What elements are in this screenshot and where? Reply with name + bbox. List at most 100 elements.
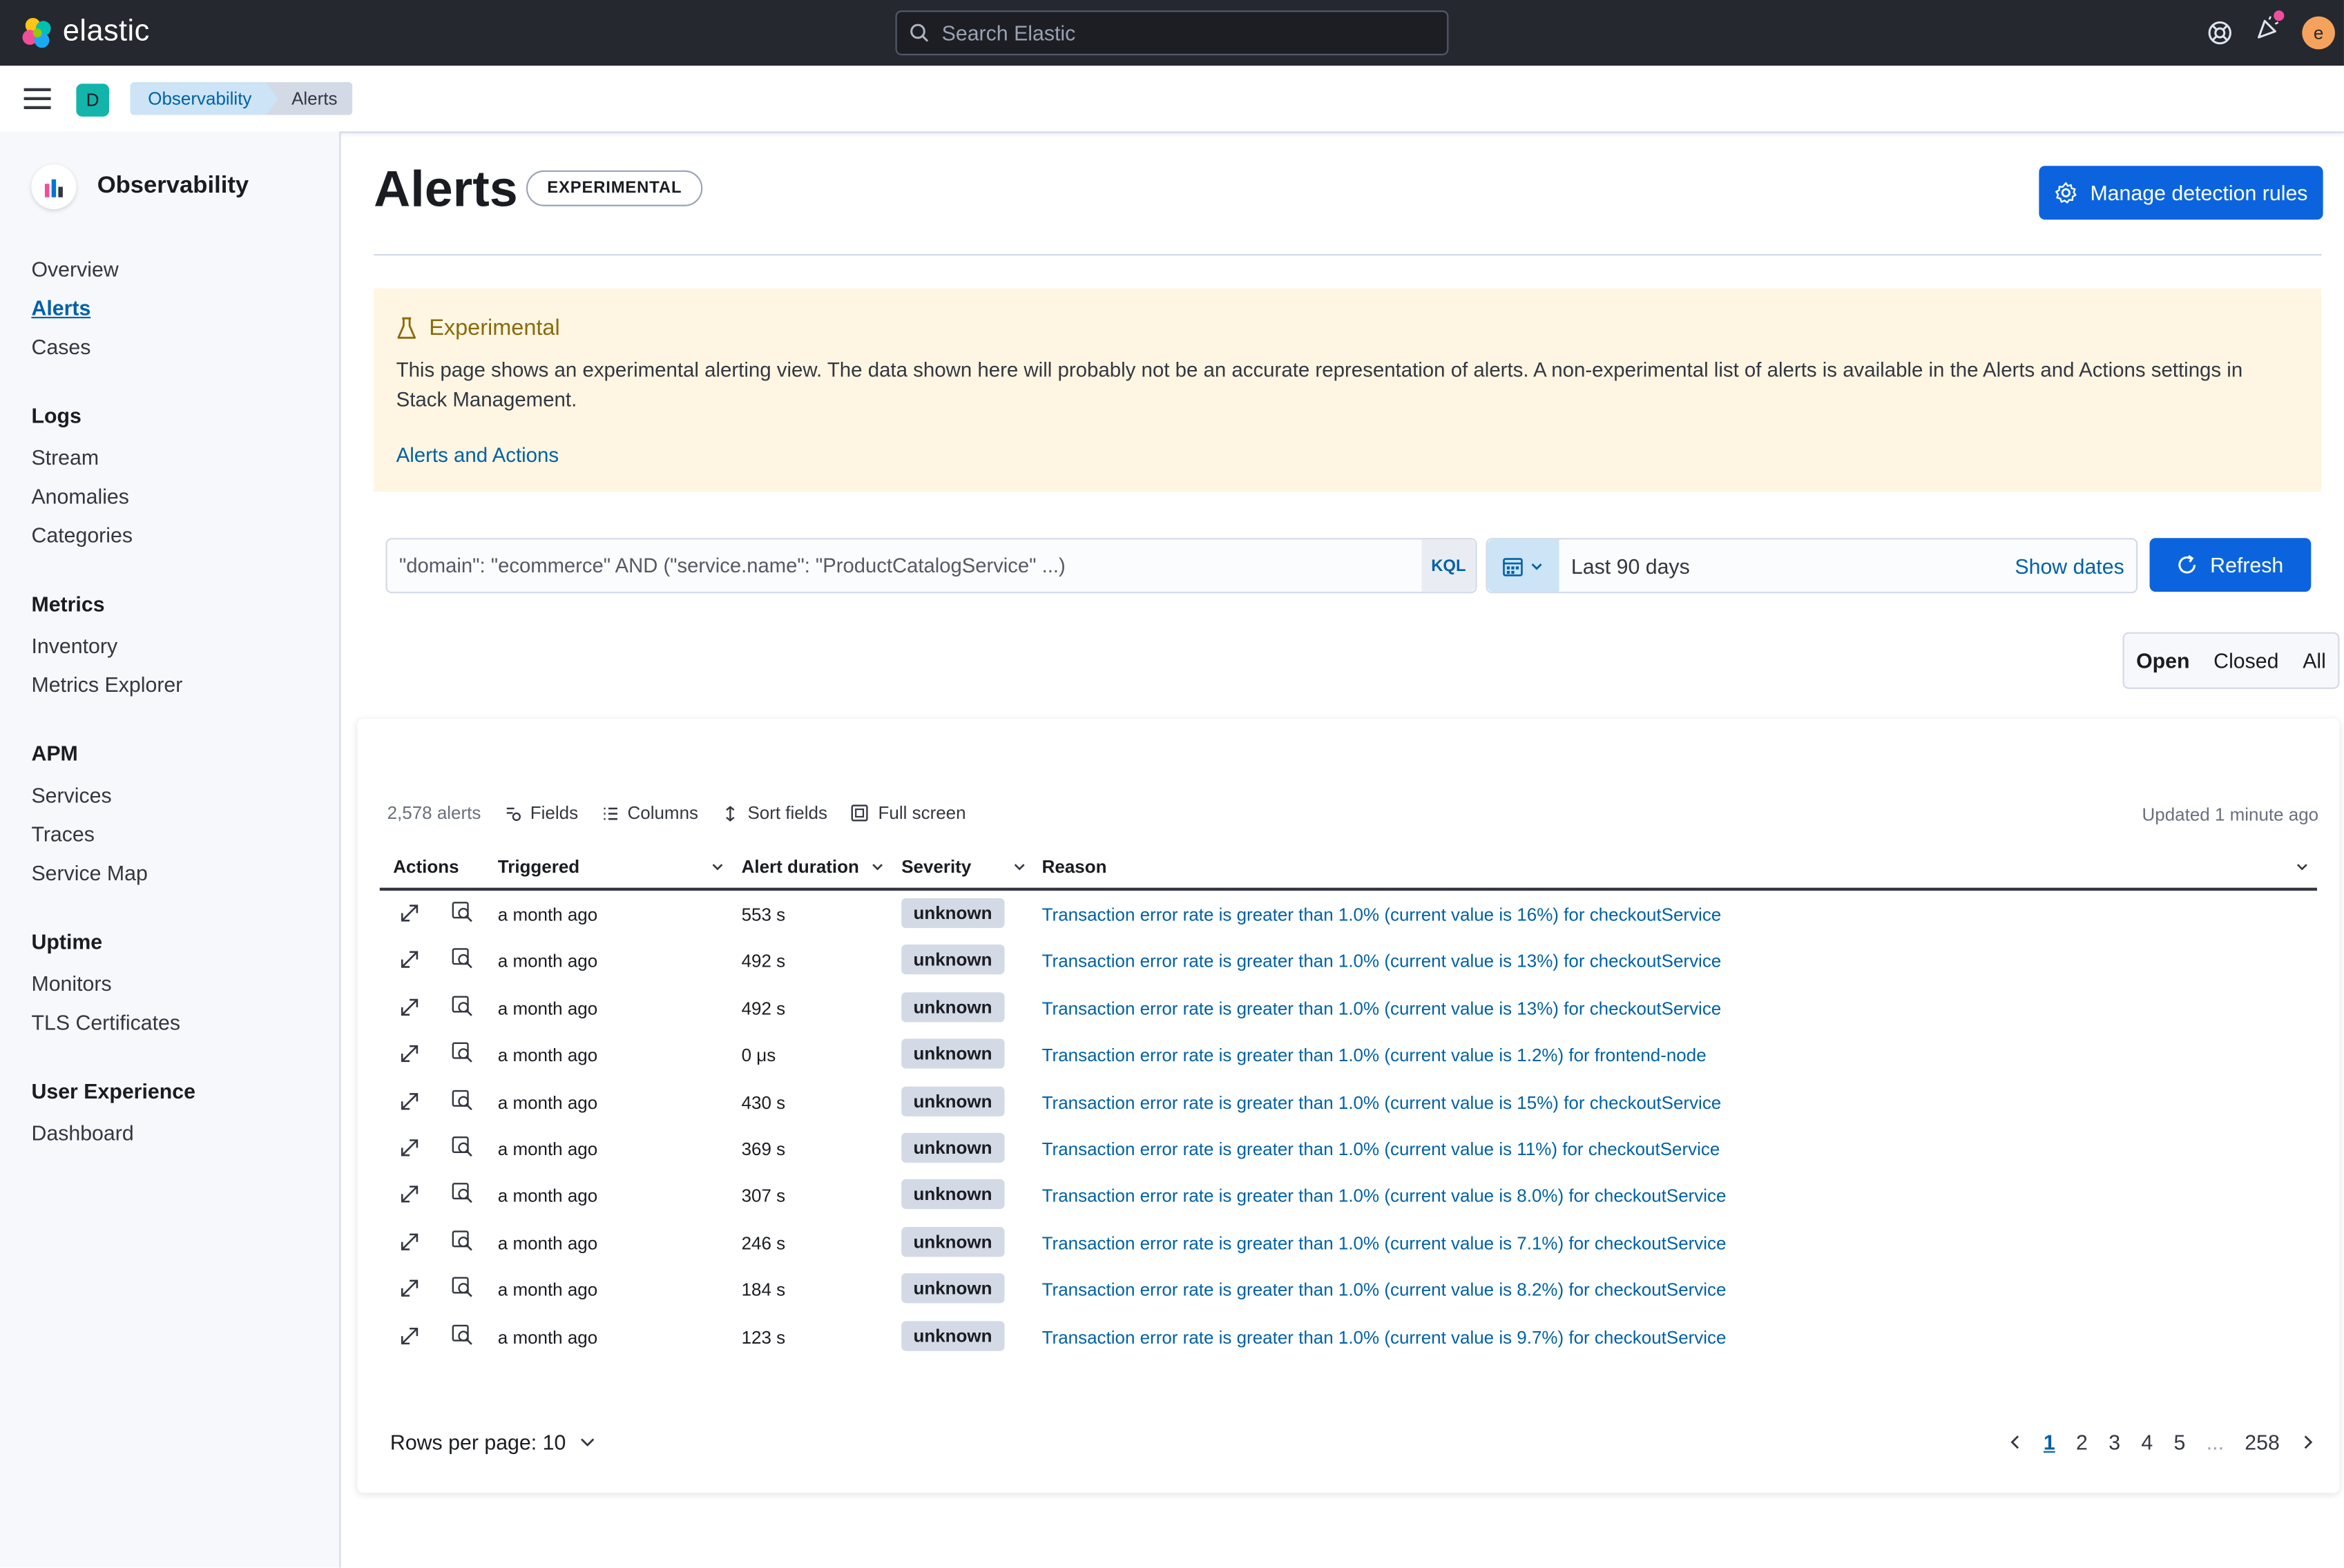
chevron-down-icon: [2296, 864, 2307, 871]
space-avatar[interactable]: D: [76, 84, 110, 117]
sort-fields-button[interactable]: Sort fields: [722, 802, 827, 824]
rows-per-page-button[interactable]: Rows per page: 10: [390, 1430, 596, 1454]
sidebar-item-overview[interactable]: Overview: [31, 257, 118, 281]
breadcrumb-alerts: Alerts: [266, 82, 353, 115]
table-row: a month ago 0 μs unknown Transaction error …: [380, 1032, 2317, 1078]
inspect-alert-icon[interactable]: [452, 1230, 474, 1257]
expand-alert-icon[interactable]: [399, 1231, 420, 1257]
chevron-left-icon[interactable]: [2008, 1433, 2023, 1451]
page-3[interactable]: 3: [2108, 1430, 2120, 1454]
inspect-alert-icon[interactable]: [452, 1277, 474, 1304]
refresh-button[interactable]: Refresh: [2149, 538, 2312, 592]
quick-select-button[interactable]: [1487, 539, 1559, 592]
expand-alert-icon[interactable]: [399, 1137, 420, 1163]
triggered-cell: a month ago: [497, 1139, 598, 1160]
breadcrumb-observability[interactable]: Observability: [130, 82, 278, 115]
sidebar-item-anomalies[interactable]: Anomalies: [31, 484, 129, 508]
reason-link[interactable]: Transaction error rate is greater than 1…: [1042, 1232, 1727, 1253]
inspect-alert-icon[interactable]: [452, 1324, 474, 1351]
sidebar-item-dashboard[interactable]: Dashboard: [31, 1121, 133, 1145]
reason-link[interactable]: Transaction error rate is greater than 1…: [1042, 1139, 1720, 1159]
date-picker[interactable]: Last 90 days Show dates: [1486, 538, 2138, 594]
reason-link[interactable]: Transaction error rate is greater than 1…: [1042, 998, 1722, 1018]
sidebar-item-tls-certificates[interactable]: TLS Certificates: [31, 1010, 180, 1034]
page-4[interactable]: 4: [2141, 1430, 2153, 1454]
sidebar-item-services[interactable]: Services: [31, 783, 111, 807]
duration-cell: 553 s: [741, 904, 786, 925]
triggered-cell: a month ago: [497, 1279, 598, 1301]
sidebar-item-service-map[interactable]: Service Map: [31, 861, 147, 885]
manage-detection-rules-button[interactable]: Manage detection rules: [2039, 166, 2323, 220]
query-input[interactable]: "domain": "ecommerce" AND ("service.name…: [399, 554, 1422, 577]
expand-alert-icon[interactable]: [399, 1325, 420, 1351]
inspect-alert-icon[interactable]: [452, 1042, 474, 1069]
page-last[interactable]: 258: [2245, 1430, 2280, 1454]
sidebar-item-traces[interactable]: Traces: [31, 822, 95, 846]
menu-toggle-icon[interactable]: [23, 88, 51, 110]
expand-alert-icon[interactable]: [399, 1090, 420, 1116]
inspect-alert-icon[interactable]: [452, 901, 474, 928]
column-severity[interactable]: Severity: [901, 856, 1027, 878]
updated-timestamp: Updated 1 minute ago: [2142, 804, 2319, 825]
show-dates-button[interactable]: Show dates: [2015, 554, 2124, 578]
triggered-cell: a month ago: [497, 1326, 598, 1348]
callout-body: This page shows an experimental alerting…: [396, 358, 2243, 412]
full-screen-button[interactable]: Full screen: [852, 802, 966, 824]
expand-alert-icon[interactable]: [399, 996, 420, 1022]
status-open-button[interactable]: Open: [2136, 648, 2189, 672]
query-bar[interactable]: "domain": "ecommerce" AND ("service.name…: [385, 538, 1477, 594]
status-all-button[interactable]: All: [2303, 648, 2326, 672]
page-title: Alerts: [374, 161, 518, 219]
inspect-alert-icon[interactable]: [452, 1183, 474, 1210]
severity-badge: unknown: [901, 1226, 1004, 1257]
inspect-alert-icon[interactable]: [452, 1136, 474, 1163]
sidebar-item-alerts[interactable]: Alerts: [31, 296, 90, 320]
sidebar-item-inventory[interactable]: Inventory: [31, 634, 117, 658]
column-reason[interactable]: Reason: [1042, 856, 2309, 878]
expand-alert-icon[interactable]: [399, 902, 420, 928]
columns-button[interactable]: Columns: [602, 802, 698, 824]
reason-link[interactable]: Transaction error rate is greater than 1…: [1042, 1326, 1727, 1347]
triggered-cell: a month ago: [497, 1092, 598, 1113]
status-closed-button[interactable]: Closed: [2213, 648, 2278, 672]
column-triggered[interactable]: Triggered: [498, 856, 725, 878]
reason-link[interactable]: Transaction error rate is greater than 1…: [1042, 1185, 1727, 1206]
sidebar-item-stream[interactable]: Stream: [31, 445, 99, 470]
chevron-right-icon[interactable]: [2300, 1433, 2316, 1451]
reason-link[interactable]: Transaction error rate is greater than 1…: [1042, 1045, 1707, 1065]
sidebar-item-metrics-explorer[interactable]: Metrics Explorer: [31, 672, 182, 697]
inspect-alert-icon[interactable]: [452, 948, 474, 975]
alerts-and-actions-link[interactable]: Alerts and Actions: [396, 444, 559, 466]
user-avatar[interactable]: e: [2302, 15, 2335, 49]
help-icon[interactable]: [2207, 19, 2233, 46]
search-input[interactable]: [939, 19, 1423, 47]
sidebar-item-cases[interactable]: Cases: [31, 335, 90, 359]
fields-button[interactable]: Fields: [505, 802, 578, 824]
inspect-alert-icon[interactable]: [452, 995, 474, 1022]
column-alert-duration[interactable]: Alert duration: [742, 856, 885, 878]
sidebar-item-categories[interactable]: Categories: [31, 523, 133, 548]
reason-link[interactable]: Transaction error rate is greater than 1…: [1042, 1279, 1727, 1300]
expand-alert-icon[interactable]: [399, 1184, 420, 1210]
sort-fields-label: Sort fields: [747, 802, 827, 824]
reason-link[interactable]: Transaction error rate is greater than 1…: [1042, 951, 1722, 971]
page-5[interactable]: 5: [2174, 1430, 2186, 1454]
page-1[interactable]: 1: [2044, 1430, 2055, 1454]
expand-alert-icon[interactable]: [399, 949, 420, 975]
inspect-alert-icon[interactable]: [452, 1089, 474, 1116]
table-row: a month ago 307 s unknown Transaction error…: [380, 1172, 2317, 1219]
sort-icon: [726, 805, 735, 821]
sidebar-item-monitors[interactable]: Monitors: [31, 971, 111, 996]
news-feed-button[interactable]: [2254, 10, 2285, 50]
header-divider: [374, 253, 2322, 256]
date-range-value[interactable]: Last 90 days: [1571, 554, 2015, 578]
reason-link[interactable]: Transaction error rate is greater than 1…: [1042, 1092, 1722, 1112]
elastic-logo[interactable]: elastic: [21, 15, 149, 50]
query-language-button[interactable]: KQL: [1421, 539, 1476, 592]
expand-alert-icon[interactable]: [399, 1043, 420, 1069]
severity-badge: unknown: [901, 991, 1004, 1023]
expand-alert-icon[interactable]: [399, 1278, 420, 1304]
reason-link[interactable]: Transaction error rate is greater than 1…: [1042, 904, 1722, 925]
global-search[interactable]: [895, 10, 1449, 56]
page-2[interactable]: 2: [2076, 1430, 2088, 1454]
